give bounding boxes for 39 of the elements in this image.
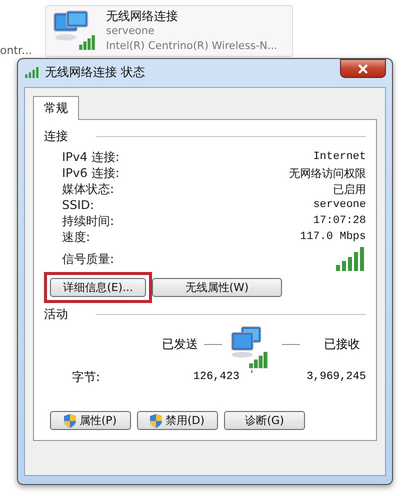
field-value: 已启用 bbox=[333, 182, 366, 196]
field-label: SSID: bbox=[62, 198, 94, 212]
dialog-button[interactable]: 详细信息(E)... bbox=[50, 278, 146, 297]
field-label: 媒体状态: bbox=[62, 180, 114, 198]
received-label: 已接收 bbox=[324, 336, 360, 352]
field-label: 速度: bbox=[62, 228, 90, 246]
field-value: serveone bbox=[313, 199, 366, 211]
close-button[interactable] bbox=[340, 59, 386, 78]
dialog-button[interactable]: 无线属性(W) bbox=[152, 278, 282, 297]
signal-strength-icon bbox=[336, 247, 366, 271]
field-label: 信号质量: bbox=[62, 250, 114, 268]
field-value: 117.0 Mbps bbox=[300, 231, 366, 243]
close-icon bbox=[358, 64, 368, 74]
network-item[interactable]: 无线网络连接 serveone Intel(R) Centrino(R) Wireless-N... bbox=[45, 5, 293, 57]
window-title: 无线网络连接 状态 bbox=[45, 64, 145, 80]
field-value: 无网络访问权限 bbox=[289, 166, 366, 180]
signal-icon bbox=[25, 66, 40, 78]
field-value: Internet bbox=[313, 151, 366, 163]
adapter-name: Intel(R) Centrino(R) Wireless-N... bbox=[106, 39, 278, 54]
dialog-button[interactable]: 属性(P) bbox=[50, 411, 131, 430]
dialog-button[interactable]: 禁用(D) bbox=[137, 411, 218, 430]
tab[interactable]: 常规 bbox=[33, 96, 79, 120]
sent-label: 已发送 bbox=[162, 336, 198, 352]
received-bytes: 3,969,245 bbox=[306, 371, 366, 383]
field-label: IPv6 连接: bbox=[62, 164, 120, 182]
field-label: IPv4 连接: bbox=[62, 148, 120, 166]
connection-name: 无线网络连接 bbox=[106, 9, 179, 24]
shield-icon bbox=[150, 414, 162, 428]
sent-bytes: 126,423 bbox=[192, 371, 240, 383]
network-icon bbox=[52, 9, 98, 51]
network-name: serveone bbox=[106, 24, 156, 39]
field-label: 字节: bbox=[72, 368, 102, 386]
section-heading: 活动 bbox=[44, 306, 68, 323]
dialog-button[interactable]: 诊断(G) bbox=[224, 411, 305, 430]
item-label: ontr... bbox=[0, 44, 32, 57]
field-label: 持续时间: bbox=[62, 212, 114, 230]
shield-icon bbox=[64, 414, 76, 428]
section-heading: 连接 bbox=[44, 128, 68, 145]
field-value: 17:07:28 bbox=[313, 215, 366, 227]
